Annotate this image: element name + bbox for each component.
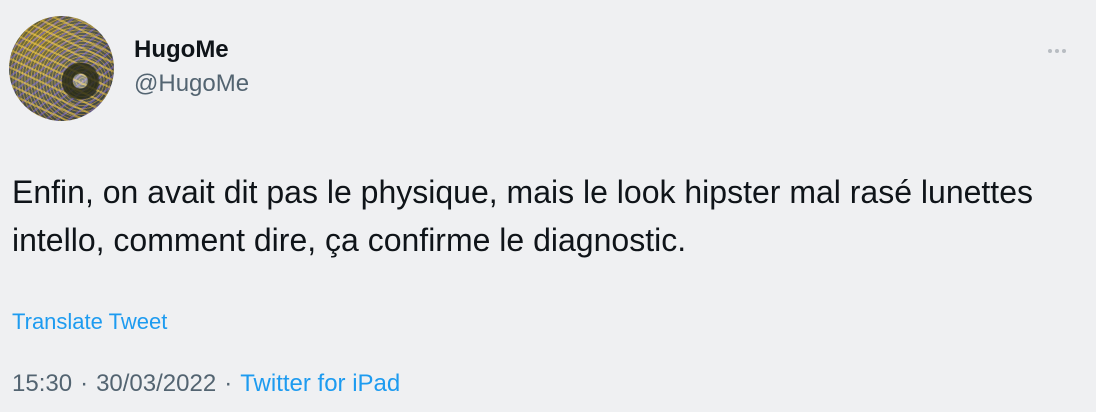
author-info: HugoMe @HugoMe (134, 36, 249, 98)
translate-tweet-link[interactable]: Translate Tweet (12, 308, 167, 336)
more-options-button[interactable] (1039, 37, 1075, 65)
author-avatar[interactable] (9, 16, 114, 121)
tweet-source-link[interactable]: Twitter for iPad (240, 370, 400, 397)
metadata-separator: · (224, 370, 233, 397)
tweet-metadata: 15:30 · 30/03/2022 · Twitter for iPad (12, 367, 400, 401)
author-handle[interactable]: @HugoMe (134, 70, 249, 98)
metadata-separator: · (80, 370, 89, 397)
tweet-date: 30/03/2022 (96, 370, 217, 397)
tweet-card: HugoMe @HugoMe Enfin, on avait dit pas l… (0, 0, 1096, 412)
tweet-text: Enfin, on avait dit pas le physique, mai… (12, 174, 1033, 258)
tweet-time: 15:30 (12, 370, 73, 397)
more-options-icon (1048, 49, 1066, 53)
author-display-name[interactable]: HugoMe (134, 36, 249, 64)
